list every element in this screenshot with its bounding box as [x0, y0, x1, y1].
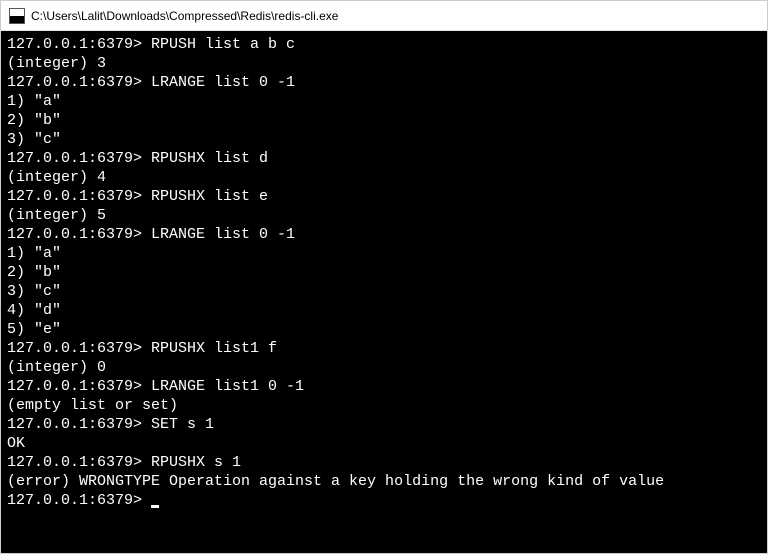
output-line: OK	[7, 434, 761, 453]
prompt: 127.0.0.1:6379>	[7, 416, 151, 433]
command-text: LRANGE list 0 -1	[151, 74, 295, 91]
prompt: 127.0.0.1:6379>	[7, 74, 151, 91]
prompt: 127.0.0.1:6379>	[7, 188, 151, 205]
command-line: 127.0.0.1:6379> RPUSHX list d	[7, 149, 761, 168]
command-line: 127.0.0.1:6379>	[7, 491, 761, 510]
command-text: RPUSHX list e	[151, 188, 268, 205]
command-line: 127.0.0.1:6379> RPUSHX s 1	[7, 453, 761, 472]
cursor	[151, 505, 159, 508]
output-line: 1) "a"	[7, 92, 761, 111]
prompt: 127.0.0.1:6379>	[7, 454, 151, 471]
command-line: 127.0.0.1:6379> LRANGE list 0 -1	[7, 225, 761, 244]
output-line: 3) "c"	[7, 282, 761, 301]
command-line: 127.0.0.1:6379> RPUSHX list e	[7, 187, 761, 206]
output-line: 2) "b"	[7, 111, 761, 130]
command-text: RPUSHX list d	[151, 150, 268, 167]
command-text: RPUSHX list1 f	[151, 340, 277, 357]
output-line: (integer) 0	[7, 358, 761, 377]
command-line: 127.0.0.1:6379> RPUSH list a b c	[7, 35, 761, 54]
command-text: LRANGE list1 0 -1	[151, 378, 304, 395]
command-text: RPUSH list a b c	[151, 36, 295, 53]
terminal-window: C:\Users\Lalit\Downloads\Compressed\Redi…	[0, 0, 768, 554]
prompt: 127.0.0.1:6379>	[7, 36, 151, 53]
command-line: 127.0.0.1:6379> LRANGE list1 0 -1	[7, 377, 761, 396]
output-line: 4) "d"	[7, 301, 761, 320]
prompt: 127.0.0.1:6379>	[7, 378, 151, 395]
output-line: 2) "b"	[7, 263, 761, 282]
prompt: 127.0.0.1:6379>	[7, 340, 151, 357]
command-line: 127.0.0.1:6379> LRANGE list 0 -1	[7, 73, 761, 92]
command-line: 127.0.0.1:6379> SET s 1	[7, 415, 761, 434]
command-text: SET s 1	[151, 416, 214, 433]
command-text: RPUSHX s 1	[151, 454, 241, 471]
titlebar-path: C:\Users\Lalit\Downloads\Compressed\Redi…	[31, 9, 338, 23]
terminal-output[interactable]: 127.0.0.1:6379> RPUSH list a b c(integer…	[1, 31, 767, 553]
output-line: 5) "e"	[7, 320, 761, 339]
app-icon	[9, 8, 25, 24]
output-line: 1) "a"	[7, 244, 761, 263]
output-line: (integer) 3	[7, 54, 761, 73]
output-line: (integer) 4	[7, 168, 761, 187]
output-line: (empty list or set)	[7, 396, 761, 415]
command-line: 127.0.0.1:6379> RPUSHX list1 f	[7, 339, 761, 358]
command-text: LRANGE list 0 -1	[151, 226, 295, 243]
titlebar[interactable]: C:\Users\Lalit\Downloads\Compressed\Redi…	[1, 1, 767, 31]
prompt: 127.0.0.1:6379>	[7, 150, 151, 167]
output-line: (error) WRONGTYPE Operation against a ke…	[7, 472, 761, 491]
prompt: 127.0.0.1:6379>	[7, 492, 151, 509]
output-line: (integer) 5	[7, 206, 761, 225]
prompt: 127.0.0.1:6379>	[7, 226, 151, 243]
output-line: 3) "c"	[7, 130, 761, 149]
